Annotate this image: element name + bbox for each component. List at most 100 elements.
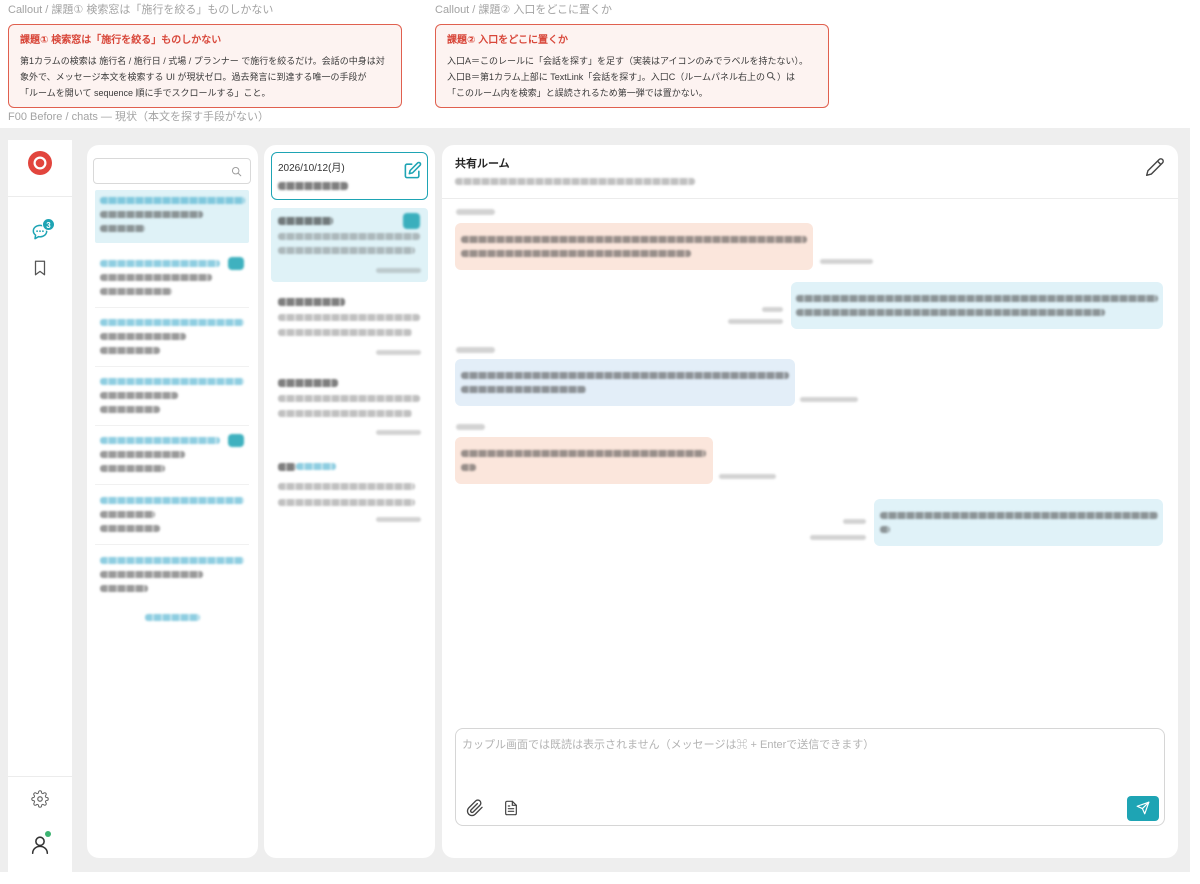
paperclip-icon[interactable]	[466, 799, 484, 817]
callout-issue-1: 課題① 検索窓は「施行を絞る」ものしかない 第1カラムの検索は 施行名 / 施行…	[8, 24, 402, 108]
message-sender	[456, 424, 485, 430]
blurred-text	[461, 464, 476, 471]
show-more-link[interactable]	[145, 614, 200, 621]
blurred-text	[100, 406, 160, 413]
blurred-text	[100, 437, 220, 444]
blurred-text	[100, 465, 165, 472]
callout-text-line: 象外で、メッセージ本文を検索する UI が現状ゼロ。過去発言に到達する唯一の手段…	[20, 72, 367, 82]
blurred-text	[880, 512, 1158, 519]
room-list-panel: 2026/10/12(月)	[264, 145, 435, 858]
room-list-item[interactable]	[271, 370, 428, 440]
callout-text-line: 第1カラムの検索は 施行名 / 施行日 / 式場 / プランナー で施行を絞るだ…	[20, 56, 385, 66]
blurred-text	[278, 395, 420, 402]
blurred-text	[100, 585, 148, 592]
message-timestamp	[728, 319, 783, 324]
blurred-text	[461, 372, 789, 379]
edit-square-icon[interactable]	[403, 161, 422, 180]
blurred-text	[296, 463, 336, 470]
pencil-icon[interactable]	[1145, 157, 1165, 177]
wedding-list-item[interactable]	[95, 490, 249, 545]
callout-label-issue-2: Callout / 課題② 入口をどこに置くか	[435, 4, 612, 16]
blurred-text	[100, 347, 160, 354]
room-list-item[interactable]	[271, 208, 428, 282]
message-bubble	[791, 282, 1163, 329]
wedding-list-item[interactable]	[95, 550, 249, 605]
wedding-list-item[interactable]	[95, 430, 249, 485]
wedding-list-item[interactable]	[95, 253, 249, 308]
blurred-text	[100, 260, 220, 267]
blurred-text	[278, 314, 420, 321]
room-header-divider	[442, 198, 1178, 199]
blurred-text	[100, 274, 212, 281]
unread-badge	[403, 213, 420, 229]
rail-divider	[8, 196, 72, 197]
blurred-timestamp	[376, 517, 421, 522]
blurred-text	[461, 386, 586, 393]
rail-divider	[8, 776, 72, 777]
blurred-text	[461, 450, 706, 457]
brand-logo-icon[interactable]	[28, 151, 52, 175]
message-bubble	[455, 437, 713, 484]
nav-rail: 3	[8, 140, 72, 872]
blurred-text	[100, 288, 172, 295]
callout-text-segment: ）は	[777, 72, 796, 82]
message-bubble	[874, 499, 1163, 546]
callout-text-line: 「このルーム内を検索」と誤読されるため第一弾では置かない。	[447, 88, 708, 98]
message-bubble	[455, 359, 795, 406]
blurred-text	[100, 571, 203, 578]
blurred-text	[100, 557, 244, 564]
document-icon[interactable]	[503, 800, 519, 816]
blurred-text	[100, 392, 178, 399]
blurred-text	[278, 499, 415, 506]
unread-badge	[228, 434, 244, 447]
room-list-item[interactable]	[271, 455, 428, 527]
message-timestamp	[719, 474, 776, 479]
blurred-text	[278, 463, 296, 471]
wedding-list-item[interactable]	[95, 371, 249, 426]
blurred-text	[278, 379, 338, 387]
read-status	[843, 519, 866, 524]
blurred-text	[100, 378, 244, 385]
blurred-text	[100, 197, 245, 204]
bookmark-icon[interactable]	[31, 259, 49, 277]
callout-text-line: 入口A＝このレールに「会話を探す」を足す（実装はアイコンのみでラベルを持たない）…	[447, 56, 809, 66]
send-button[interactable]	[1127, 796, 1159, 821]
blurred-text	[278, 217, 333, 225]
wedding-date: 2026/10/12(月)	[278, 163, 345, 174]
user-icon[interactable]	[29, 834, 51, 856]
send-icon	[1136, 801, 1150, 815]
blurred-text	[100, 497, 244, 504]
callout-text-line: 入口B＝第1カラム上部に TextLink「会話を探す」。入口C（ルームパネル右…	[447, 69, 820, 85]
blurred-text	[278, 233, 420, 240]
room-panel: 共有ルーム	[442, 145, 1178, 858]
room-list-item[interactable]	[271, 290, 428, 358]
blurred-timestamp	[376, 350, 421, 355]
blurred-text	[100, 211, 203, 218]
callout-title: 課題① 検索窓は「施行を絞る」ものしかない	[20, 35, 222, 46]
wedding-list-item[interactable]	[95, 312, 249, 367]
blurred-text	[278, 329, 412, 336]
blurred-text	[278, 247, 415, 254]
blurred-text	[100, 511, 155, 518]
blurred-text	[100, 225, 145, 232]
blurred-text	[278, 182, 348, 190]
message-input[interactable]	[460, 736, 1150, 786]
blurred-timestamp	[376, 268, 421, 273]
unread-badge: 3	[42, 218, 55, 231]
blurred-text	[455, 178, 695, 185]
message-timestamp	[800, 397, 858, 402]
unread-badge	[228, 257, 244, 270]
blurred-text	[880, 526, 890, 533]
wedding-list-panel	[87, 145, 258, 858]
gear-icon[interactable]	[31, 790, 49, 808]
wedding-search-input[interactable]	[94, 159, 226, 183]
frame-label: F00 Before / chats — 現状（本文を探す手段がない）	[8, 111, 269, 123]
message-bubble	[455, 223, 813, 270]
blurred-text	[796, 295, 1158, 302]
wedding-list-item[interactable]	[95, 190, 249, 243]
blurred-text	[278, 410, 412, 417]
message-sender	[456, 209, 495, 215]
blurred-text	[796, 309, 1105, 316]
message-timestamp	[810, 535, 866, 540]
search-icon[interactable]	[230, 165, 243, 178]
